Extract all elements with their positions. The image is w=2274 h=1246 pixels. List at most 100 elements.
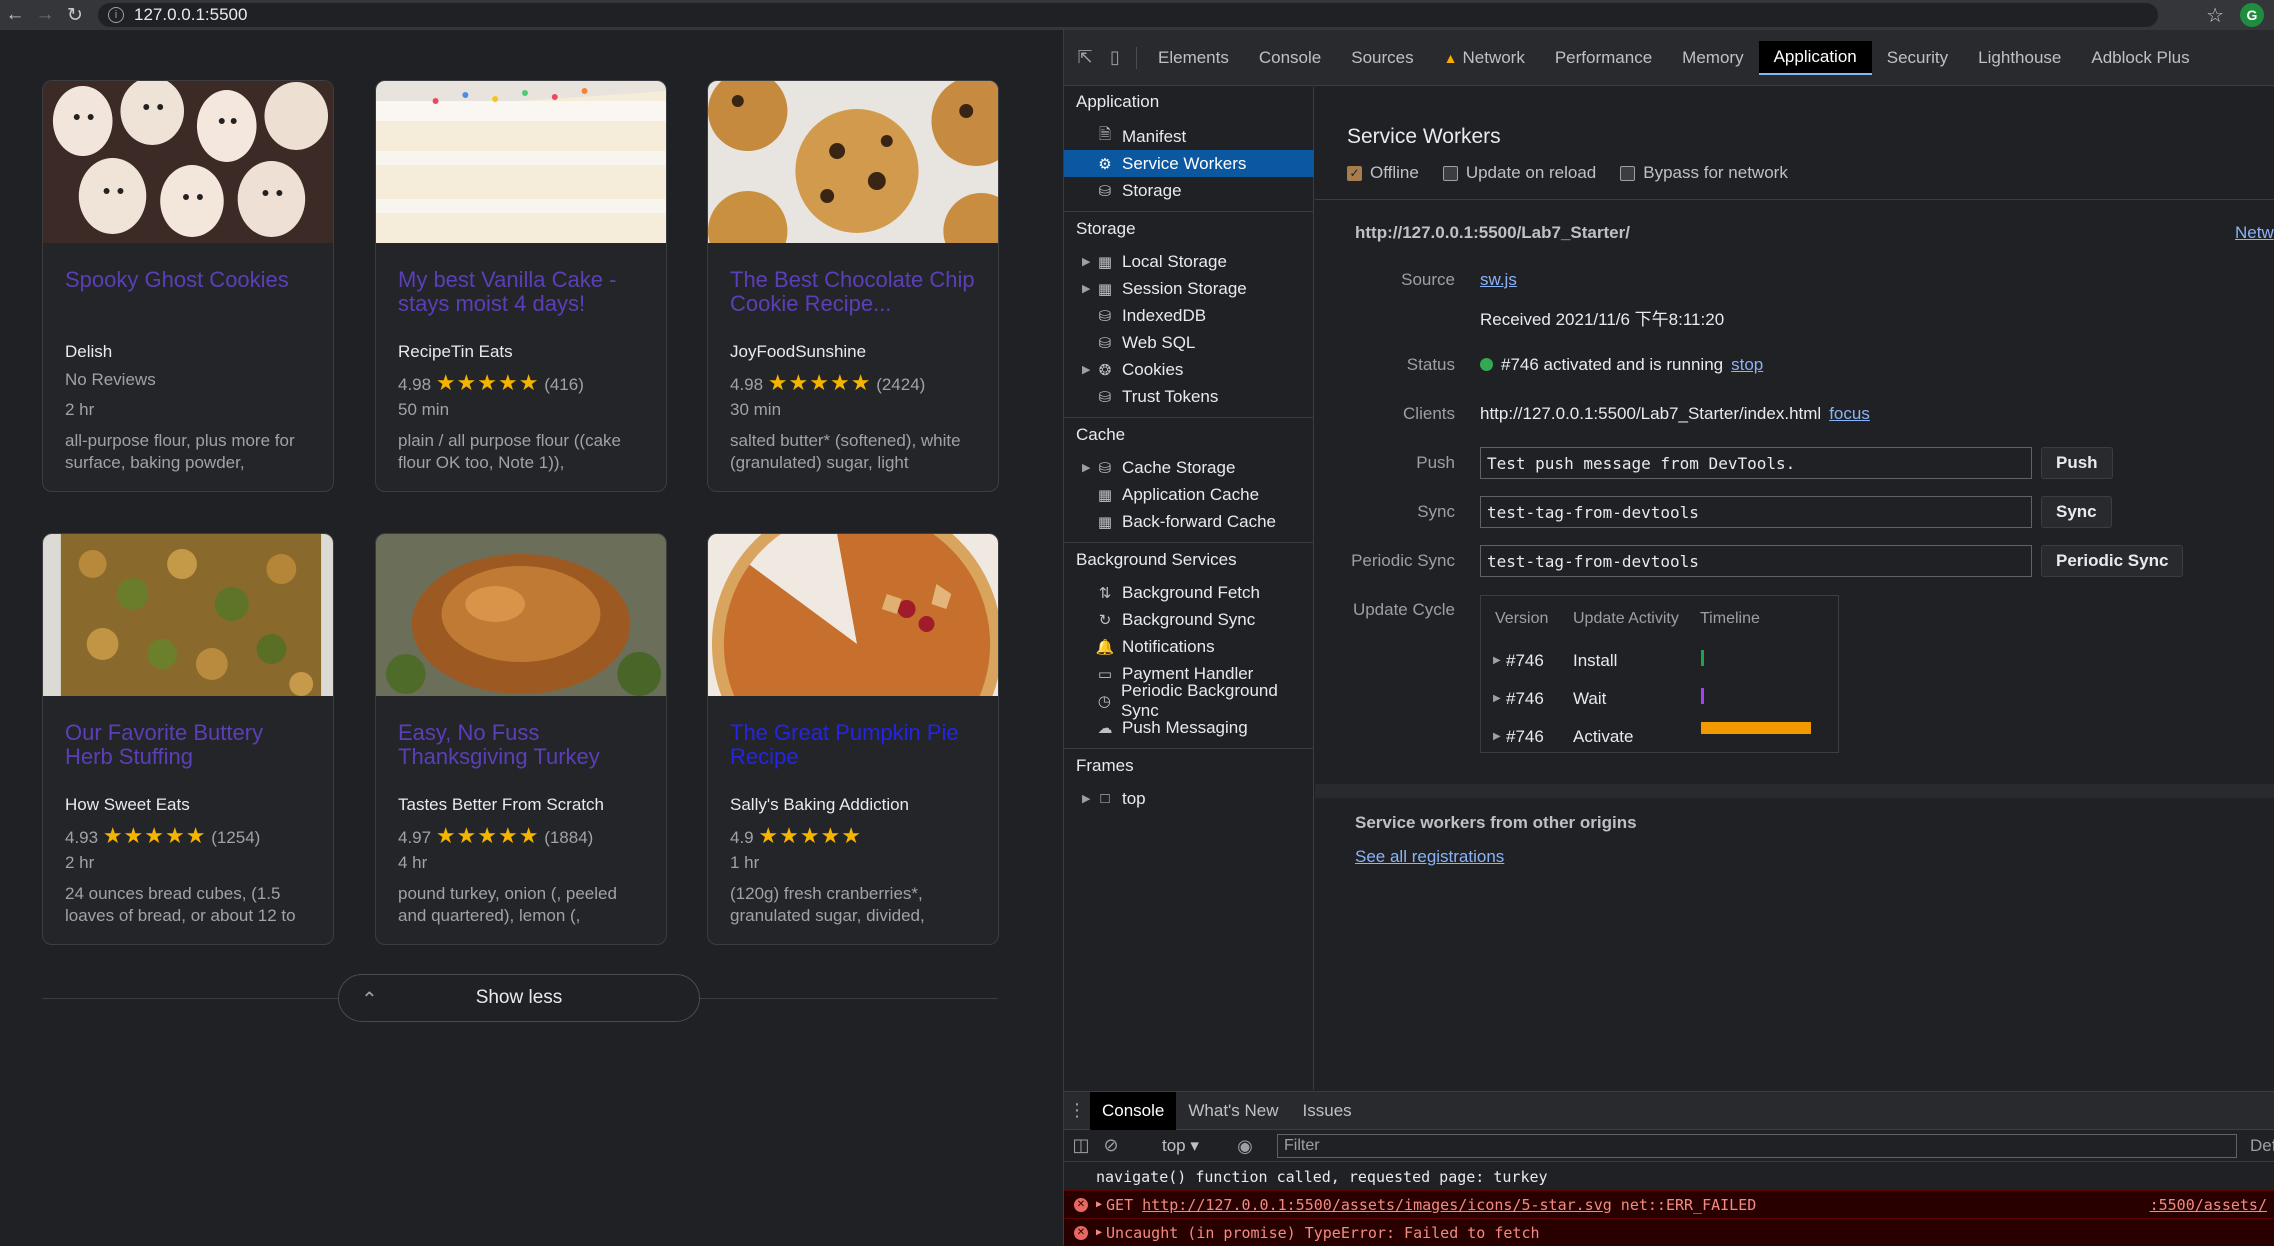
table-row[interactable]: ▶ #746 Install <box>1481 642 1840 680</box>
sidebar-item-label: Back-forward Cache <box>1122 511 1277 531</box>
update-on-reload-checkbox[interactable] <box>1442 165 1458 181</box>
recipe-card[interactable]: My best Vanilla Cake - stays moist 4 day… <box>375 80 667 492</box>
source-link[interactable]: sw.js <box>1480 270 1517 289</box>
error-url-link[interactable]: http://127.0.0.1:5500/assets/images/icon… <box>1142 1196 1612 1214</box>
recipe-card[interactable]: The Best Chocolate Chip Cookie Recipe...… <box>707 80 999 492</box>
tab-lighthouse[interactable]: Lighthouse <box>1963 41 2076 75</box>
sidebar-item-service-workers[interactable]: ⚙ Service Workers <box>1064 150 1314 177</box>
forward-icon[interactable]: → <box>30 0 60 30</box>
expand-arrow-icon[interactable]: ▶ <box>1082 792 1096 805</box>
expand-arrow-icon[interactable]: ▶ <box>1082 363 1096 376</box>
sidebar-item-frame-top[interactable]: ▶ □ top <box>1064 785 1314 812</box>
tab-whats-new[interactable]: What's New <box>1176 1092 1290 1130</box>
table-row[interactable]: ▶ #746 Activate <box>1481 718 1840 756</box>
tab-network-label: Network <box>1462 47 1525 67</box>
sidebar-item-application-cache[interactable]: ▦ Application Cache <box>1064 481 1314 508</box>
tab-sources[interactable]: Sources <box>1336 41 1428 75</box>
sidebar-item-session-storage[interactable]: ▶ ▦ Session Storage <box>1064 275 1314 302</box>
clear-console-icon[interactable]: ⊘ <box>1096 1131 1126 1161</box>
stop-link[interactable]: stop <box>1731 355 1763 374</box>
sidebar-item-storage[interactable]: ⛁ Storage <box>1064 177 1314 204</box>
tab-performance[interactable]: Performance <box>1540 41 1667 75</box>
sync-button[interactable]: Sync <box>2041 496 2112 528</box>
tab-network[interactable]: ▲ Network <box>1429 41 1540 75</box>
address-bar[interactable]: i 127.0.0.1:5500 <box>98 3 2158 27</box>
tab-console[interactable]: Console <box>1244 41 1336 75</box>
bookmark-star-icon[interactable]: ☆ <box>2206 3 2224 28</box>
context-selector[interactable]: top ▾ <box>1162 1136 1199 1156</box>
show-less-button[interactable]: ⌃ Show less <box>338 974 700 1022</box>
reload-icon[interactable]: ↻ <box>60 0 90 30</box>
recipe-title[interactable]: My best Vanilla Cake - stays moist 4 day… <box>398 268 644 320</box>
error-source-link[interactable]: :5500/assets/ <box>2150 1196 2267 1214</box>
info-icon[interactable]: i <box>108 7 124 23</box>
table-row[interactable]: ▶ #746 Wait <box>1481 680 1840 718</box>
sidebar-item-notifications[interactable]: 🔔 Notifications <box>1064 633 1314 660</box>
expand-arrow-icon[interactable]: ▶ <box>1082 255 1096 268</box>
tab-application[interactable]: Application <box>1758 40 1872 75</box>
expand-arrow-icon[interactable]: ▶ <box>1082 282 1096 295</box>
periodic-sync-button[interactable]: Periodic Sync <box>2041 545 2184 577</box>
sidebar-item-trust-tokens[interactable]: ⛁ Trust Tokens <box>1064 383 1314 410</box>
recipe-rating: 4.98 ★★★★★ (416) <box>398 370 644 395</box>
sync-input[interactable]: test-tag-from-devtools <box>1480 496 2032 528</box>
sidebar-item-local-storage[interactable]: ▶ ▦ Local Storage <box>1064 248 1314 275</box>
tab-memory[interactable]: Memory <box>1667 41 1758 75</box>
device-toolbar-icon[interactable]: ▯ <box>1100 43 1130 73</box>
recipe-card[interactable]: Our Favorite Buttery Herb Stuffing How S… <box>42 533 334 945</box>
push-button[interactable]: Push <box>2041 447 2113 479</box>
sidebar-item-cache-storage[interactable]: ▶ ⛁ Cache Storage <box>1064 454 1314 481</box>
tab-console-drawer[interactable]: Console <box>1090 1091 1177 1130</box>
sidebar-item-manifest[interactable]: 🗎 Manifest <box>1064 123 1314 150</box>
push-input[interactable]: Test push message from DevTools. <box>1480 447 2032 479</box>
recipe-title[interactable]: Easy, No Fuss Thanksgiving Turkey <box>398 721 644 773</box>
recipe-title[interactable]: Our Favorite Buttery Herb Stuffing <box>65 721 311 773</box>
tab-adblock-plus[interactable]: Adblock Plus <box>2076 41 2204 75</box>
expand-arrow-icon[interactable]: ▶ <box>1493 731 1501 742</box>
sidebar-item-cookies[interactable]: ▶ ❂ Cookies <box>1064 356 1314 383</box>
sidebar-item-periodic-background-sync[interactable]: ◷ Periodic Background Sync <box>1064 681 1314 720</box>
expand-arrow-icon[interactable]: ▶ <box>1493 655 1501 666</box>
see-all-registrations-link[interactable]: See all registrations <box>1355 847 1504 867</box>
rating-value: 4.98 <box>730 375 764 394</box>
recipe-title[interactable]: The Best Chocolate Chip Cookie Recipe... <box>730 268 976 320</box>
offline-checkbox[interactable]: ✓ <box>1347 165 1362 181</box>
chevron-up-icon: ⌃ <box>361 989 378 1011</box>
sidebar-item-back-forward-cache[interactable]: ▦ Back-forward Cache <box>1064 508 1314 535</box>
expand-arrow-icon[interactable]: ▶ <box>1096 1199 1102 1210</box>
sidebar-item-indexeddb[interactable]: ⛁ IndexedDB <box>1064 302 1314 329</box>
sidebar-item-push-messaging[interactable]: ☁ Push Messaging <box>1064 714 1314 741</box>
expand-arrow-icon[interactable]: ▶ <box>1096 1227 1102 1238</box>
column-header: Version <box>1495 610 1549 627</box>
eye-icon[interactable]: ◉ <box>1230 1131 1260 1161</box>
focus-link[interactable]: focus <box>1829 404 1870 423</box>
recipe-card[interactable]: Spooky Ghost Cookies Delish No Reviews 2… <box>42 80 334 492</box>
cookie-icon: ❂ <box>1098 361 1112 379</box>
extension-avatar[interactable]: G <box>2240 3 2264 27</box>
tab-elements[interactable]: Elements <box>1143 41 1244 75</box>
inspect-element-icon[interactable]: ⇱ <box>1070 43 1100 73</box>
recipe-card[interactable]: The Great Pumpkin Pie Recipe Sally's Bak… <box>707 533 999 945</box>
sidebar-item-background-fetch[interactable]: ⇅ Background Fetch <box>1064 579 1314 606</box>
recipe-time: 50 min <box>398 400 450 419</box>
recipe-title[interactable]: Spooky Ghost Cookies <box>65 268 311 320</box>
bypass-for-network-label: Bypass for network <box>1643 163 1788 182</box>
expand-arrow-icon[interactable]: ▶ <box>1082 461 1096 474</box>
back-icon[interactable]: ← <box>0 0 30 30</box>
tab-security[interactable]: Security <box>1872 41 1963 75</box>
bypass-for-network-checkbox[interactable] <box>1620 165 1636 181</box>
sw-options: ✓ Offline Update on reload Bypass for ne… <box>1347 163 1812 183</box>
sidebar-item-web-sql[interactable]: ⛁ Web SQL <box>1064 329 1314 356</box>
tab-issues[interactable]: Issues <box>1291 1092 1364 1130</box>
periodic-sync-input[interactable]: test-tag-from-devtools <box>1480 545 2032 577</box>
recipe-title[interactable]: The Great Pumpkin Pie Recipe <box>730 721 976 773</box>
log-levels-dropdown[interactable]: Def <box>2250 1136 2274 1156</box>
ghost-cookies-image <box>43 81 333 243</box>
network-requests-link[interactable]: Netw <box>2235 223 2274 243</box>
expand-arrow-icon[interactable]: ▶ <box>1493 693 1501 704</box>
more-options-icon[interactable]: ⋮ <box>1064 1096 1090 1126</box>
console-filter-input[interactable]: Filter <box>1277 1134 2237 1158</box>
sidebar-item-background-sync[interactable]: ↻ Background Sync <box>1064 606 1314 633</box>
recipe-card[interactable]: Easy, No Fuss Thanksgiving Turkey Tastes… <box>375 533 667 945</box>
sidebar-toggle-icon[interactable]: ◫ <box>1066 1131 1096 1161</box>
